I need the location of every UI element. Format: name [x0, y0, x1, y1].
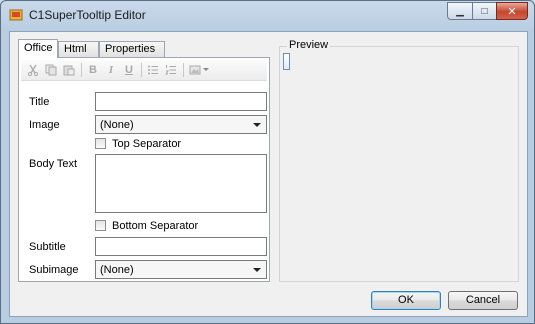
top-separator-label: Top Separator [112, 138, 182, 150]
title-field[interactable] [95, 92, 267, 111]
bottom-separator-checkbox[interactable]: Bottom Separator [95, 220, 198, 232]
chevron-down-icon [253, 123, 261, 127]
image-label: Image [29, 119, 60, 131]
maximize-button[interactable]: □ [472, 2, 497, 20]
subimage-dropdown-value: (None) [100, 264, 134, 276]
paste-icon[interactable] [61, 62, 77, 78]
numbered-list-icon[interactable] [163, 62, 179, 78]
italic-icon[interactable]: I [103, 62, 119, 78]
subimage-dropdown[interactable]: (None) [95, 260, 267, 279]
image-dropdown-value: (None) [100, 119, 134, 131]
toolbar-separator [183, 63, 184, 77]
maximize-icon: □ [481, 5, 488, 17]
close-icon: ✕ [507, 5, 517, 18]
cut-icon[interactable] [25, 62, 41, 78]
editor-window: C1SuperTooltip Editor ▁ □ ✕ Office Html … [0, 0, 535, 324]
checkbox-box[interactable] [95, 138, 106, 149]
tab-html[interactable]: Html [58, 41, 99, 57]
bottom-separator-label: Bottom Separator [112, 220, 199, 232]
subimage-label: Subimage [29, 264, 79, 276]
bold-icon[interactable]: B [85, 62, 101, 78]
copy-icon[interactable] [43, 62, 59, 78]
body-text-label: Body Text [29, 158, 78, 170]
subtitle-field[interactable] [95, 237, 267, 256]
preview-tooltip-sample [283, 53, 290, 70]
window-title: C1SuperTooltip Editor [29, 8, 146, 22]
bulleted-list-icon[interactable] [145, 62, 161, 78]
ok-button[interactable]: OK [371, 291, 441, 310]
checkbox-box[interactable] [95, 220, 106, 231]
image-dropdown-icon[interactable] [201, 62, 211, 78]
title-label: Title [29, 96, 50, 108]
chevron-down-icon [253, 268, 261, 272]
office-tab-panel: B I U Title Image (None) Top Separator B… [18, 57, 270, 282]
toolbar-separator [141, 63, 142, 77]
preview-pane [279, 46, 519, 282]
format-toolbar: B I U [21, 60, 267, 81]
tab-properties[interactable]: Properties [99, 41, 165, 57]
title-bar[interactable]: C1SuperTooltip Editor ▁ □ ✕ [1, 1, 534, 31]
close-button[interactable]: ✕ [496, 2, 528, 20]
minimize-icon: ▁ [456, 5, 464, 17]
cancel-button[interactable]: Cancel [448, 291, 518, 310]
image-dropdown[interactable]: (None) [95, 115, 267, 134]
underline-icon[interactable]: U [121, 62, 137, 78]
dialog-client-area: Office Html Properties B I U Title Image… [9, 31, 528, 317]
subtitle-label: Subtitle [29, 241, 66, 253]
toolbar-separator [81, 63, 82, 77]
app-icon [9, 9, 23, 21]
body-text-field[interactable] [95, 154, 267, 213]
tab-office[interactable]: Office [18, 39, 58, 58]
top-separator-checkbox[interactable]: Top Separator [95, 138, 181, 150]
minimize-button[interactable]: ▁ [447, 2, 473, 20]
preview-label: Preview [287, 39, 331, 51]
